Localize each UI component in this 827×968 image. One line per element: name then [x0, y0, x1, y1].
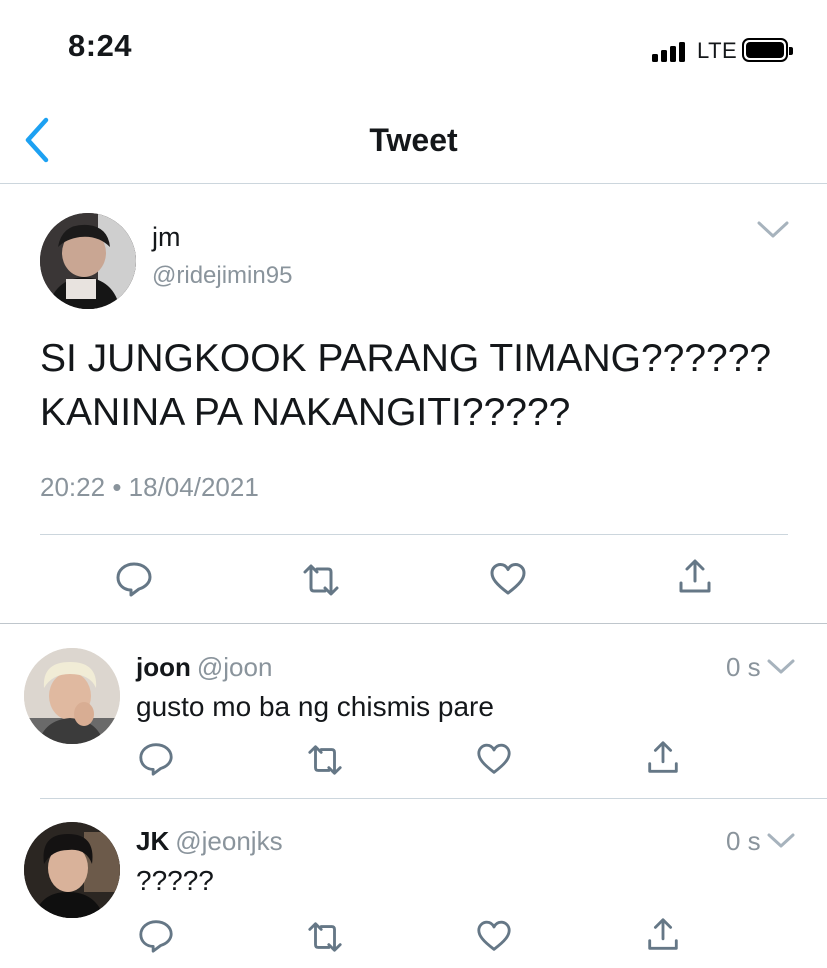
reply-tweet[interactable]: JK @jeonjks 0 s ????? — [0, 799, 827, 968]
nav-header: Tweet — [0, 96, 827, 184]
retweet-button[interactable] — [306, 741, 344, 779]
battery-icon — [742, 38, 793, 62]
reply-icon — [116, 562, 152, 597]
divider — [40, 534, 788, 535]
reply-icon — [139, 743, 173, 776]
reply-tweet[interactable]: joon @joon 0 s gusto mo ba ng chismis par… — [0, 625, 827, 799]
avatar[interactable] — [24, 822, 120, 918]
reply-author-name[interactable]: JK — [136, 826, 169, 856]
reply-icon — [139, 920, 173, 953]
author-handle[interactable]: @ridejimin95 — [152, 262, 292, 290]
chevron-down-icon — [767, 833, 795, 848]
chevron-down-icon — [757, 221, 789, 238]
author-name[interactable]: jm — [152, 222, 181, 253]
like-icon — [477, 920, 511, 951]
more-options-button[interactable] — [766, 832, 796, 850]
reply-header: JK @jeonjks — [136, 826, 283, 857]
like-icon — [477, 743, 511, 774]
tweet-date: 18/04/2021 — [128, 472, 259, 502]
share-button[interactable] — [644, 916, 682, 954]
tweet-text: SI JUNGKOOK PARANG TIMANG?????? KANINA P… — [40, 337, 772, 434]
meta-separator: • — [112, 472, 122, 502]
tweet-timestamp: 20:22 • 18/04/2021 — [40, 472, 259, 503]
like-icon — [490, 563, 526, 595]
reply-timestamp: 0 s — [726, 826, 761, 856]
avatar[interactable] — [40, 213, 136, 309]
reply-button[interactable] — [137, 739, 175, 777]
retweet-icon — [308, 745, 342, 775]
network-type: LTE — [697, 38, 738, 63]
reply-author-handle[interactable]: @joon — [197, 652, 273, 682]
share-icon — [648, 918, 678, 950]
status-time: 8:24 — [68, 28, 133, 63]
share-button[interactable] — [675, 557, 715, 597]
reply-author-handle[interactable]: @jeonjks — [175, 826, 282, 856]
reply-author-name[interactable]: joon — [136, 652, 191, 682]
share-icon — [648, 741, 678, 773]
retweet-button[interactable] — [306, 918, 344, 956]
status-bar: 8:24 LTE — [0, 0, 827, 96]
reply-header: joon @joon — [136, 652, 272, 683]
reply-button[interactable] — [114, 558, 154, 598]
like-button[interactable] — [475, 917, 513, 955]
retweet-icon — [303, 564, 339, 596]
share-button[interactable] — [644, 739, 682, 777]
tweet-time: 20:22 — [40, 472, 106, 502]
tweet-detail-screen: 8:24 LTE Tweet jm @ridejimin95 SI JUNGKO… — [0, 0, 827, 968]
more-options-button[interactable] — [756, 220, 790, 240]
reply-text: gusto mo ba ng chismis pare — [136, 691, 494, 722]
reply-text: ????? — [136, 865, 214, 896]
share-icon — [679, 559, 711, 593]
reply-button[interactable] — [137, 916, 175, 954]
signal-strength-icon — [652, 40, 690, 62]
page-title: Tweet — [369, 122, 458, 158]
reply-timestamp: 0 s — [726, 652, 761, 682]
like-button[interactable] — [488, 559, 528, 599]
retweet-icon — [308, 922, 342, 952]
main-tweet: jm @ridejimin95 SI JUNGKOOK PARANG TIMAN… — [0, 184, 827, 624]
avatar[interactable] — [24, 648, 120, 744]
chevron-down-icon — [767, 659, 795, 674]
like-button[interactable] — [475, 740, 513, 778]
more-options-button[interactable] — [766, 658, 796, 676]
retweet-button[interactable] — [301, 560, 341, 600]
